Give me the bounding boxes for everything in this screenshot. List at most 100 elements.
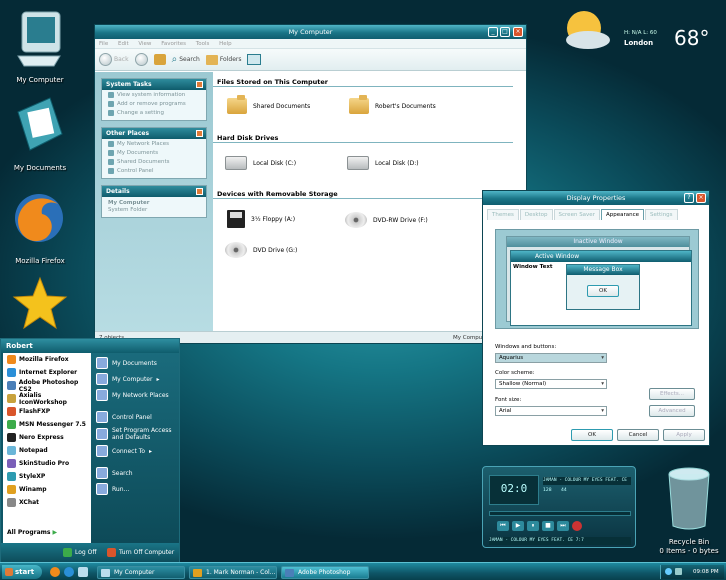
system-tasks-header[interactable]: System Tasks xyxy=(102,79,206,90)
close-button[interactable]: × xyxy=(513,27,523,37)
turn-off-button[interactable]: Turn Off Computer xyxy=(107,548,174,557)
star-icon xyxy=(12,276,68,330)
program-msn[interactable]: MSN Messenger 7.5 xyxy=(3,418,91,431)
item-dvd[interactable]: DVD Drive (G:) xyxy=(225,242,297,258)
close-button[interactable]: × xyxy=(696,193,706,203)
desktop-icon-star[interactable] xyxy=(0,274,80,336)
windows-buttons-select[interactable]: Aquarius xyxy=(495,353,607,363)
color-scheme-select[interactable]: Shallow (Normal) xyxy=(495,379,607,389)
task-add-remove-programs[interactable]: Add or remove programs xyxy=(102,99,206,108)
tray-volume-icon[interactable] xyxy=(675,568,682,575)
program-access-link[interactable]: Set Program Access and Defaults xyxy=(91,427,179,441)
menu-edit[interactable]: Edit xyxy=(118,41,129,47)
winamp-seek-bar[interactable] xyxy=(489,511,631,516)
pause-icon[interactable]: ⏸ xyxy=(527,521,539,531)
item-floppy[interactable]: 3½ Floppy (A:) xyxy=(227,210,295,228)
place-network-link[interactable]: My Network Places xyxy=(91,389,179,401)
place-control-panel[interactable]: Control Panel xyxy=(102,166,206,178)
menu-file[interactable]: File xyxy=(99,41,108,47)
cancel-button[interactable]: Cancel xyxy=(617,429,659,441)
program-flashfxp[interactable]: FlashFXP xyxy=(3,405,91,418)
dvd-drive-icon xyxy=(345,212,367,228)
up-folder-button[interactable] xyxy=(153,54,166,65)
start-button[interactable]: start xyxy=(2,565,42,579)
search-button[interactable]: ⌕ Search xyxy=(172,54,200,65)
item-local-disk-d[interactable]: Local Disk (D:) xyxy=(347,156,419,170)
program-nero[interactable]: Nero Express xyxy=(3,431,91,444)
maximize-button[interactable]: □ xyxy=(500,27,510,37)
menu-tools[interactable]: Tools xyxy=(196,41,210,47)
play-icon[interactable]: ▶ xyxy=(512,521,524,531)
task-change-setting[interactable]: Change a setting xyxy=(102,108,206,120)
back-button[interactable]: Back xyxy=(99,53,129,66)
tab-themes[interactable]: Themes xyxy=(487,209,519,220)
place-shared-documents[interactable]: Shared Documents xyxy=(102,157,206,166)
program-photoshop[interactable]: Adobe Photoshop CS2 xyxy=(3,379,91,393)
program-winamp[interactable]: Winamp xyxy=(3,483,91,496)
tray-network-icon[interactable] xyxy=(665,568,672,575)
desktop-icon-my-computer[interactable]: My Computer xyxy=(0,6,80,86)
item-local-disk-c[interactable]: Local Disk (C:) xyxy=(225,156,296,170)
program-xchat[interactable]: XChat xyxy=(3,496,91,509)
other-places-header[interactable]: Other Places xyxy=(102,128,206,139)
place-my-documents[interactable]: My Documents xyxy=(102,148,206,157)
ok-button[interactable]: OK xyxy=(571,429,613,441)
apply-button[interactable]: Apply xyxy=(663,429,705,441)
log-off-button[interactable]: Log Off xyxy=(63,548,96,557)
task-photoshop[interactable]: Adobe Photoshop xyxy=(281,566,369,579)
views-button[interactable] xyxy=(247,54,262,65)
connect-to-link[interactable]: Connect To ▸ xyxy=(91,445,179,457)
folders-button[interactable]: Folders xyxy=(205,54,241,65)
task-my-computer[interactable]: My Computer xyxy=(97,566,185,579)
control-panel-link[interactable]: Control Panel xyxy=(91,411,179,423)
desktop-icon-my-documents[interactable]: My Documents xyxy=(0,94,80,174)
program-iconworkshop[interactable]: Axialis IconWorkshop xyxy=(3,392,91,406)
explorer-titlebar[interactable]: My Computer _ □ × xyxy=(95,25,526,39)
minimize-button[interactable]: _ xyxy=(488,27,498,37)
menu-favorites[interactable]: Favorites xyxy=(161,41,186,47)
advanced-button[interactable]: Advanced xyxy=(649,405,695,417)
quicklaunch-ie-icon[interactable] xyxy=(64,567,74,577)
place-my-documents-link[interactable]: My Documents xyxy=(91,357,179,369)
task-view-system-info[interactable]: View system information xyxy=(102,90,206,99)
search-link[interactable]: Search xyxy=(91,467,179,479)
desktop-icon-firefox[interactable]: Mozilla Firefox xyxy=(0,190,80,270)
group-files-stored: Files Stored on This Computer xyxy=(213,78,513,87)
menu-view[interactable]: View xyxy=(138,41,151,47)
place-network[interactable]: My Network Places xyxy=(102,139,206,148)
tab-settings[interactable]: Settings xyxy=(644,209,678,220)
prev-icon[interactable]: ⏮ xyxy=(497,521,509,531)
display-properties-titlebar[interactable]: Display Properties ? × xyxy=(483,191,709,205)
next-icon[interactable]: ⏭ xyxy=(557,521,569,531)
place-my-computer-link[interactable]: My Computer ▸ xyxy=(91,373,179,385)
collapse-icon[interactable] xyxy=(196,188,203,195)
quicklaunch-firefox-icon[interactable] xyxy=(50,567,60,577)
desktop-icon-recycle-bin[interactable]: Recycle Bin 0 Items - 0 bytes xyxy=(652,466,726,558)
effects-button[interactable]: Effects... xyxy=(649,388,695,400)
windows-logo-icon xyxy=(5,568,13,576)
task-winamp[interactable]: 1. Mark Norman - Col... xyxy=(189,566,277,579)
run-link[interactable]: Run... xyxy=(91,483,179,495)
quicklaunch-desktop-icon[interactable] xyxy=(78,567,88,577)
stop-icon[interactable]: ■ xyxy=(542,521,554,531)
program-stylexp[interactable]: StyleXP xyxy=(3,470,91,483)
tab-appearance[interactable]: Appearance xyxy=(600,209,644,220)
menu-help[interactable]: Help xyxy=(219,41,232,47)
program-notepad[interactable]: Notepad xyxy=(3,444,91,457)
collapse-icon[interactable] xyxy=(196,130,203,137)
font-size-select[interactable]: Arial xyxy=(495,406,607,416)
record-icon[interactable] xyxy=(572,521,582,531)
tab-desktop[interactable]: Desktop xyxy=(519,209,553,220)
collapse-icon[interactable] xyxy=(196,81,203,88)
program-firefox[interactable]: Mozilla Firefox xyxy=(3,353,91,366)
all-programs-button[interactable]: All Programs ▶ xyxy=(7,529,57,536)
details-header[interactable]: Details xyxy=(102,186,206,197)
help-button[interactable]: ? xyxy=(684,193,694,203)
item-dvdrw[interactable]: DVD-RW Drive (F:) xyxy=(345,212,428,228)
program-skinstudio[interactable]: SkinStudio Pro xyxy=(3,457,91,470)
forward-button[interactable] xyxy=(134,53,148,66)
item-shared-documents[interactable]: Shared Documents xyxy=(227,95,310,114)
program-ie[interactable]: Internet Explorer xyxy=(3,366,91,379)
tab-screen-saver[interactable]: Screen Saver xyxy=(553,209,600,220)
item-roberts-documents[interactable]: Robert's Documents xyxy=(349,95,436,114)
